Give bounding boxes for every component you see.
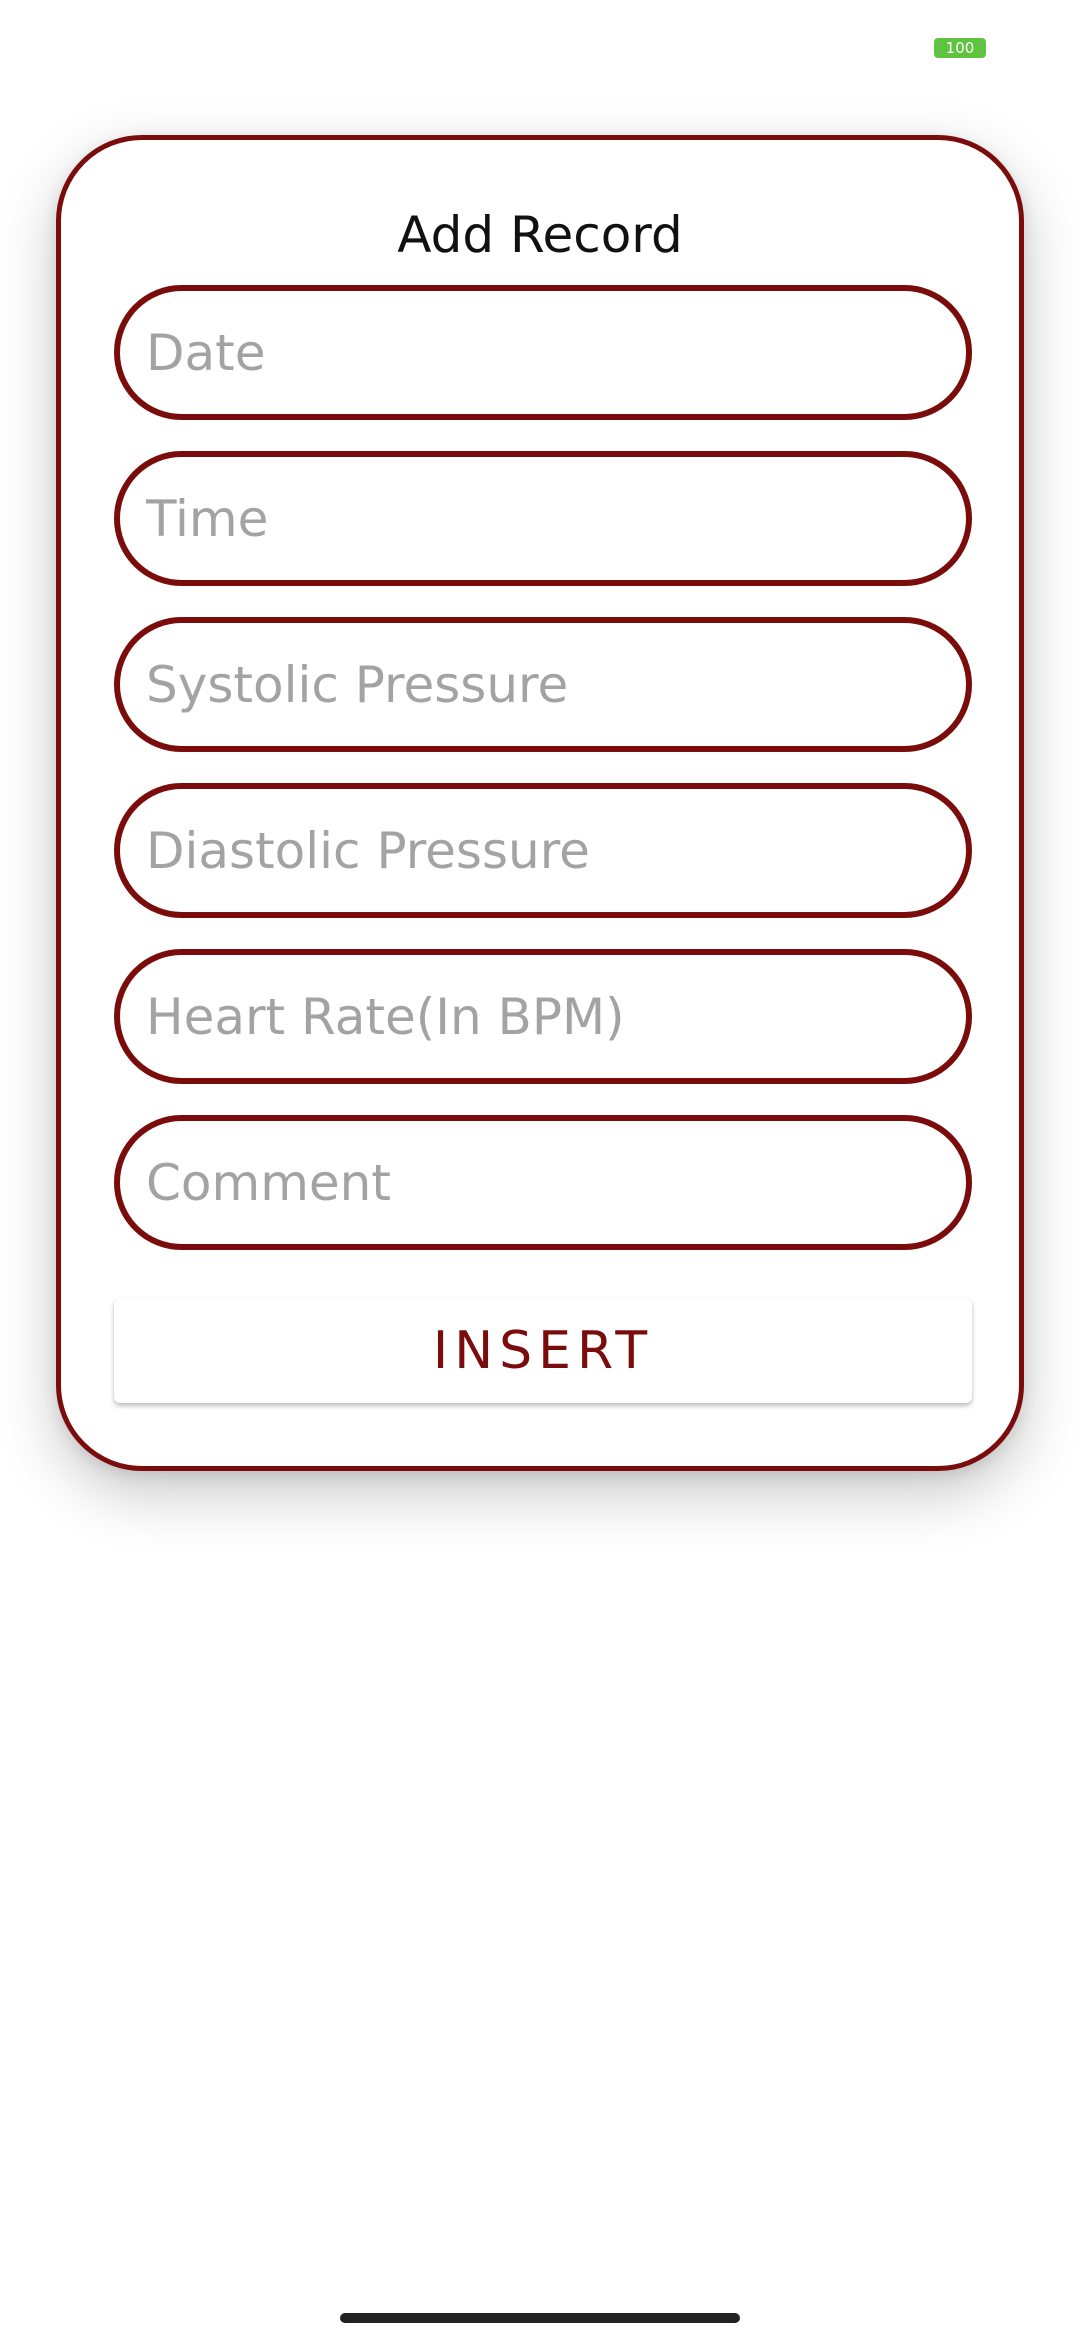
diastolic-pressure-field[interactable]: [114, 783, 972, 918]
systolic-pressure-field[interactable]: [114, 617, 972, 752]
comment-input[interactable]: [144, 1152, 966, 1213]
insert-button[interactable]: INSERT: [114, 1298, 972, 1403]
battery-icon: 100: [934, 38, 986, 58]
heart-rate-input[interactable]: [144, 986, 966, 1047]
screen: 100 Add Record INSERT: [0, 0, 1080, 2340]
date-field[interactable]: [114, 285, 972, 420]
time-input[interactable]: [144, 488, 966, 549]
diastolic-pressure-input[interactable]: [144, 820, 966, 881]
status-bar: 100: [0, 0, 1080, 90]
card-title: Add Record: [397, 206, 683, 264]
home-indicator[interactable]: [340, 2313, 740, 2323]
add-record-card: Add Record INSERT: [56, 135, 1024, 1471]
time-field[interactable]: [114, 451, 972, 586]
systolic-pressure-input[interactable]: [144, 654, 966, 715]
heart-rate-field[interactable]: [114, 949, 972, 1084]
date-input[interactable]: [144, 322, 966, 383]
comment-field[interactable]: [114, 1115, 972, 1250]
